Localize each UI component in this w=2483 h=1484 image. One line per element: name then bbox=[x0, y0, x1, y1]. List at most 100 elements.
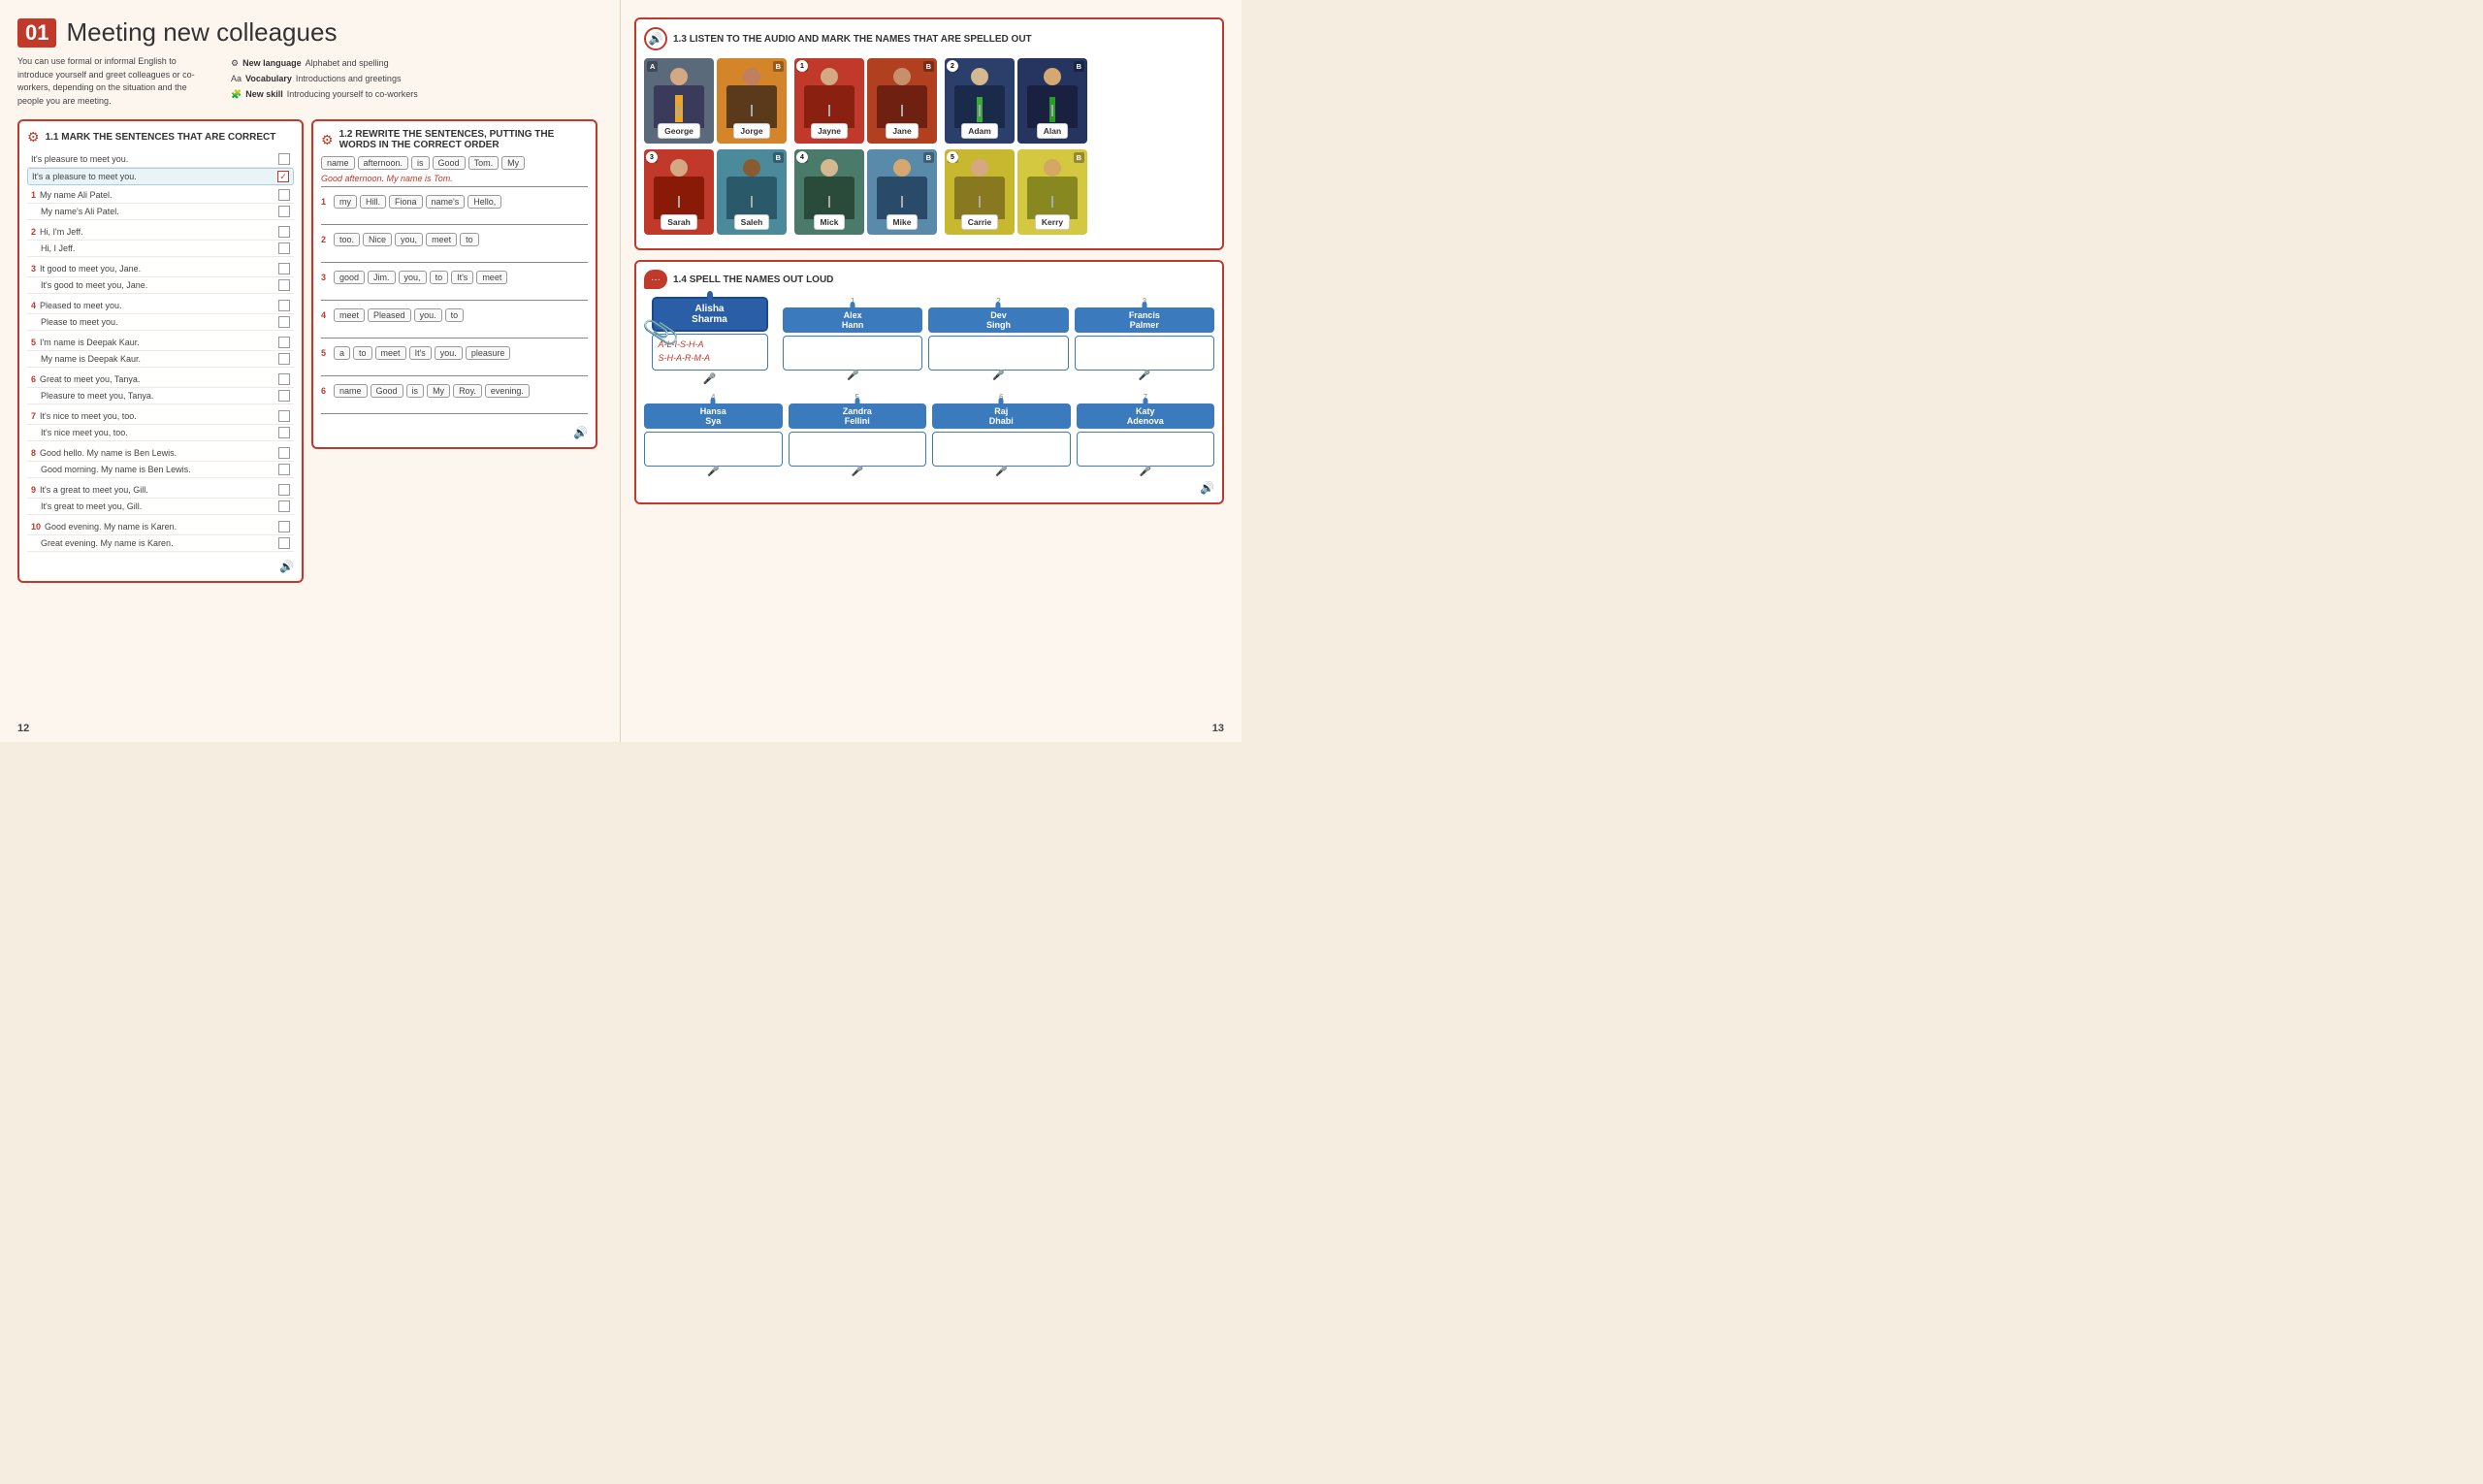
lanyard-adam bbox=[979, 105, 981, 116]
checkbox-9b[interactable] bbox=[278, 500, 290, 512]
ex11-row-6b: Pleasure to meet you, Tanya. bbox=[27, 388, 294, 404]
ex12-answer-5[interactable] bbox=[321, 363, 588, 376]
intro-text: You can use formal or informal English t… bbox=[17, 55, 211, 108]
checkbox-example-1[interactable] bbox=[278, 153, 290, 165]
card-jane: Jane B bbox=[867, 58, 937, 144]
ex11-text-7a: 7It's nice to meet you, too. bbox=[31, 411, 137, 421]
checkbox-1a[interactable] bbox=[278, 189, 290, 201]
badge-mike: Mike bbox=[887, 214, 919, 230]
ex11-text-9a: 9It's a great to meet you, Gill. bbox=[31, 485, 148, 495]
checkbox-5b[interactable] bbox=[278, 353, 290, 365]
ex14-spelling-1[interactable] bbox=[783, 336, 922, 371]
ex14-spelling-3[interactable] bbox=[1075, 336, 1214, 371]
word-chip: meet bbox=[334, 308, 365, 322]
audio-circle-icon[interactable]: 🔊 bbox=[644, 27, 667, 50]
audio-icon-11[interactable]: 🔊 bbox=[279, 560, 294, 573]
mic-1: 🎤 bbox=[847, 371, 858, 381]
checkbox-3a[interactable] bbox=[278, 263, 290, 274]
ex14-spelling-7[interactable] bbox=[1077, 432, 1215, 467]
checkbox-6b[interactable] bbox=[278, 390, 290, 402]
ex11-text-2b: Hi, I Jeff. bbox=[31, 243, 75, 253]
head-sarah bbox=[670, 159, 688, 177]
ex14-item-4: 4 HansaSya 🎤 bbox=[644, 393, 783, 477]
word-chip: you. bbox=[414, 308, 442, 322]
page-number-left: 12 bbox=[17, 723, 29, 734]
ex14-example-name: AlishaSharma bbox=[692, 304, 727, 325]
checkbox-2b[interactable] bbox=[278, 242, 290, 254]
word-chip: a bbox=[334, 346, 350, 360]
skills-list: ⚙ New language Alphabet and spelling Aa … bbox=[231, 55, 418, 108]
audio-icon-12[interactable]: 🔊 bbox=[573, 426, 588, 439]
ex14-items-row2: 4 HansaSya 🎤 5 ZandraFellini bbox=[644, 393, 1214, 477]
ex11-row-1a: 1My name Ali Patel. bbox=[27, 187, 294, 204]
checkbox-10b[interactable] bbox=[278, 537, 290, 549]
head-mike bbox=[893, 159, 911, 177]
ex12-answer-4[interactable] bbox=[321, 325, 588, 339]
ex14-spelling-4[interactable] bbox=[644, 432, 783, 467]
badge-jane: Jane bbox=[886, 123, 918, 139]
ex14-spelling-5[interactable] bbox=[789, 432, 927, 467]
puzzle-icon: 🧩 bbox=[231, 86, 242, 102]
ex14-spelling-2[interactable] bbox=[928, 336, 1068, 371]
ex14-example: AlishaSharma 📎 A-L-I-S-H-AS-H-A-R-M-A 🎤 bbox=[644, 297, 775, 385]
word-chip: evening. bbox=[485, 384, 530, 398]
ex12-num-4: 4 bbox=[321, 310, 326, 320]
ex11-row-4a: 4Pleased to meet you. bbox=[27, 298, 294, 314]
checkbox-5a[interactable] bbox=[278, 337, 290, 348]
checkbox-4b[interactable] bbox=[278, 316, 290, 328]
head-saleh bbox=[743, 159, 760, 177]
card-kerry: Kerry B bbox=[1017, 149, 1087, 235]
card-jorge: Jorge B bbox=[717, 58, 787, 144]
label-b-jane: B bbox=[923, 61, 934, 72]
word-chip: Nice bbox=[363, 233, 392, 246]
new-language-value: Alphabet and spelling bbox=[306, 55, 389, 71]
ex11-example-text-1: It's pleasure to meet you. bbox=[31, 154, 128, 164]
head-alan bbox=[1044, 68, 1061, 85]
ex12-answer-2[interactable] bbox=[321, 249, 588, 263]
checkbox-8a[interactable] bbox=[278, 447, 290, 459]
ex12-item-2: 2 too.Niceyou,meetto bbox=[321, 233, 588, 263]
checkbox-2a[interactable] bbox=[278, 226, 290, 238]
ex11-item-4: 4Pleased to meet you. Please to meet you… bbox=[27, 298, 294, 331]
checkbox-3b[interactable] bbox=[278, 279, 290, 291]
ex11-row-8b: Good morning. My name is Ben Lewis. bbox=[27, 462, 294, 478]
ex14-spelling-6[interactable] bbox=[932, 432, 1071, 467]
ex12-answer-1[interactable] bbox=[321, 211, 588, 225]
checkbox-1b[interactable] bbox=[278, 206, 290, 217]
ex14-content: AlishaSharma 📎 A-L-I-S-H-AS-H-A-R-M-A 🎤 bbox=[644, 297, 1214, 385]
ex14-nametag-3: FrancisPalmer bbox=[1075, 307, 1214, 333]
badge-carrie: Carrie bbox=[961, 214, 999, 230]
ex12-items: 1 myHill.Fionaname'sHello, 2 too.Niceyou… bbox=[321, 195, 588, 414]
ex11-row-8a: 8Good hello. My name is Ben Lewis. bbox=[27, 445, 294, 462]
checkbox-example-2[interactable] bbox=[277, 171, 289, 182]
checkbox-8b[interactable] bbox=[278, 464, 290, 475]
checkbox-4a[interactable] bbox=[278, 300, 290, 311]
badge-sarah: Sarah bbox=[661, 214, 697, 230]
word-chip: name bbox=[334, 384, 368, 398]
ex11-text-6b: Pleasure to meet you, Tanya. bbox=[31, 391, 153, 401]
ex12-wordbank-1: myHill.Fionaname'sHello, bbox=[334, 195, 501, 209]
ex12-example-words: name afternoon. is Good Tom. My bbox=[321, 156, 588, 170]
word-chip: Tom. bbox=[468, 156, 500, 170]
word-chip: is bbox=[406, 384, 425, 398]
ex14-nametag-4: HansaSya bbox=[644, 403, 783, 429]
checkbox-10a[interactable] bbox=[278, 521, 290, 532]
new-skill-label: New skill bbox=[245, 86, 283, 102]
ex11-item-2: 2Hi, I'm Jeff. Hi, I Jeff. bbox=[27, 224, 294, 257]
ex12-num-6: 6 bbox=[321, 386, 326, 396]
ex12-answer-3[interactable] bbox=[321, 287, 588, 301]
name-pair-sarah: 3 Sarah A Saleh B bbox=[644, 149, 787, 235]
checkbox-7a[interactable] bbox=[278, 410, 290, 422]
checkbox-6a[interactable] bbox=[278, 373, 290, 385]
word-chip: Hello, bbox=[468, 195, 501, 209]
checkbox-9a[interactable] bbox=[278, 484, 290, 496]
ex14-nametag-5: ZandraFellini bbox=[789, 403, 927, 429]
pair-num-2: 2 bbox=[947, 60, 958, 72]
ex11-item-7: 7It's nice to meet you, too. It's nice m… bbox=[27, 408, 294, 441]
word-chip: too. bbox=[334, 233, 360, 246]
ex12-answer-6[interactable] bbox=[321, 401, 588, 414]
pair-num-1: 1 bbox=[796, 60, 808, 72]
ex13-header: 🔊 1.3 LISTEN TO THE AUDIO AND MARK THE N… bbox=[644, 27, 1214, 50]
checkbox-7b[interactable] bbox=[278, 427, 290, 438]
audio-icon-14[interactable]: 🔊 bbox=[1200, 481, 1214, 495]
